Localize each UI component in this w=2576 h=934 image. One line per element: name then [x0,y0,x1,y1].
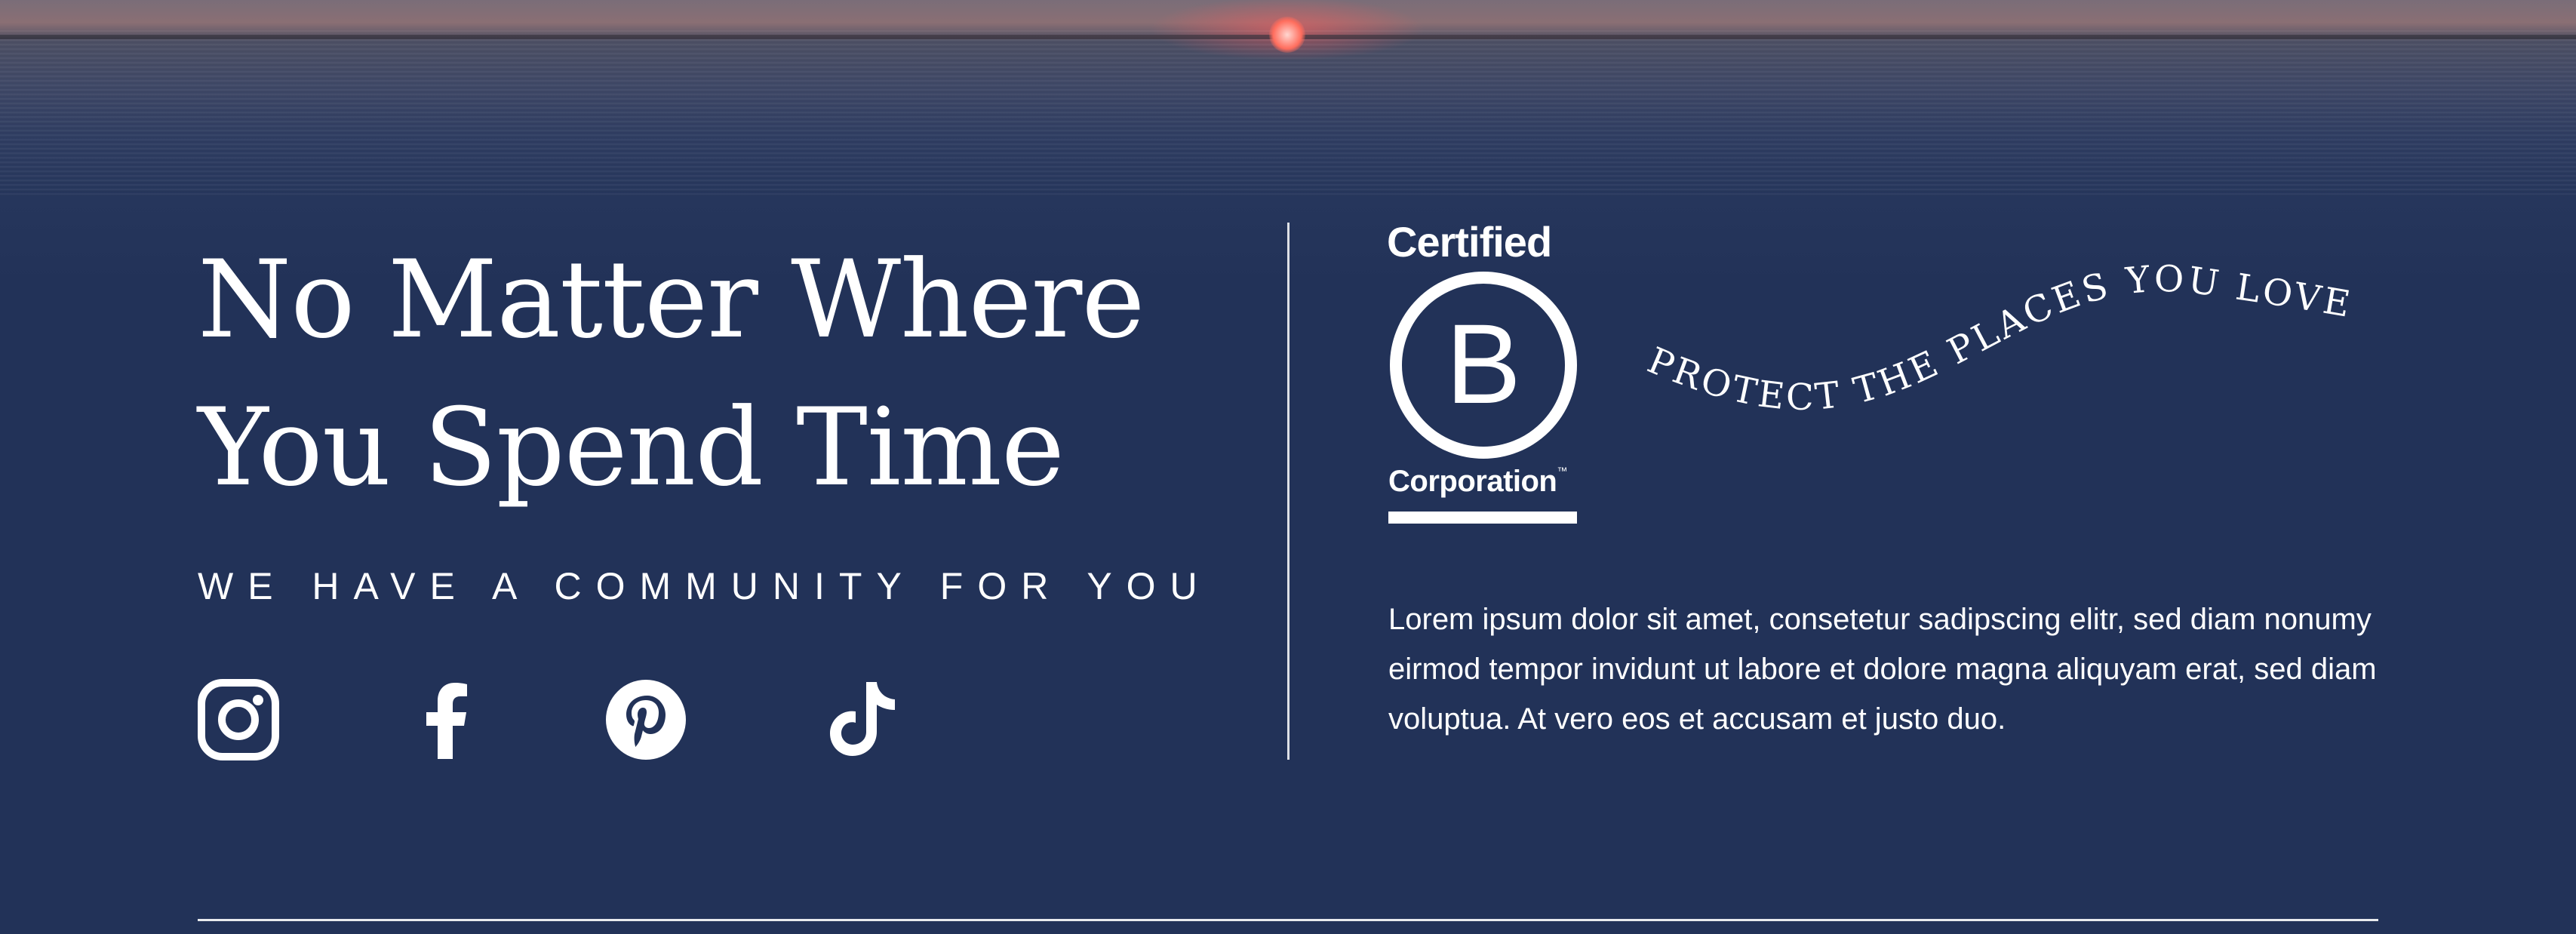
facebook-icon [426,683,467,759]
body-paragraph: Lorem ipsum dolor sit amet, consetetur s… [1388,603,2377,736]
b-corp-circle-icon: B [1390,272,1577,459]
water-texture [0,30,2576,196]
facebook-link[interactable] [407,679,489,760]
instagram-link[interactable] [198,679,279,760]
tiktok-icon [830,682,895,756]
vertical-divider [1287,223,1290,760]
hero-heading-line-2: You Spend Time [198,386,1065,510]
b-corp-underline [1388,512,1577,524]
community-tagline: WE HAVE A COMMUNITY FOR YOU [198,565,1212,607]
pinterest-icon [606,680,686,760]
horizontal-divider [198,919,2378,921]
b-corp-corporation-text: Corporation™ [1388,465,1567,498]
b-corp-logo: Certified B Corporation™ [1387,217,1583,527]
sun [1269,17,1305,53]
b-corp-certified-text: Certified [1387,218,1552,266]
hero-heading-line-1: No Matter Where [198,238,1145,362]
tiktok-link[interactable] [822,679,904,760]
svg-text:B: B [1446,300,1521,427]
pinterest-link[interactable] [605,679,687,760]
hero-heading: No Matter Where You Spend Time [198,226,1239,522]
protect-slogan-text: PROTECT THE PLACES YOU LOVE [1642,258,2353,419]
protect-slogan: PROTECT THE PLACES YOU LOVE [1642,258,2356,419]
instagram-icon [198,679,279,760]
svg-text:PROTECT THE PLACES YOU LOVE: PROTECT THE PLACES YOU LOVE [1642,258,2356,419]
social-links [198,679,952,762]
